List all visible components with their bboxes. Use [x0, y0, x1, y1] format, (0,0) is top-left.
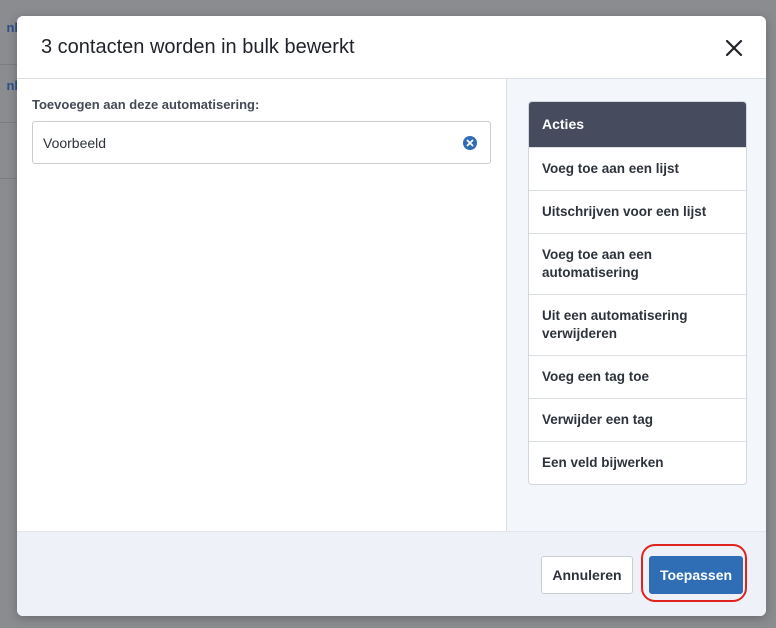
background-link-fragment: nl	[6, 20, 18, 35]
actions-list: Acties Voeg toe aan een lijst Uitschrijv…	[528, 101, 747, 485]
modal-footer: Annuleren Toepassen	[17, 531, 766, 616]
modal-title: 3 contacten worden in bulk bewerkt	[41, 36, 355, 58]
modal-header: 3 contacten worden in bulk bewerkt	[17, 16, 766, 79]
action-update-field[interactable]: Een veld bijwerken	[529, 441, 746, 484]
action-remove-tag[interactable]: Verwijder een tag	[529, 398, 746, 441]
action-add-tag[interactable]: Voeg een tag toe	[529, 355, 746, 398]
action-unsubscribe-from-list[interactable]: Uitschrijven voor een lijst	[529, 190, 746, 233]
action-add-to-automation[interactable]: Voeg toe aan een automatisering	[529, 233, 746, 294]
actions-header: Acties	[529, 102, 746, 147]
automation-select-value: Voorbeeld	[43, 135, 107, 151]
action-remove-from-automation[interactable]: Uit een automatisering verwijderen	[529, 294, 746, 355]
cancel-button[interactable]: Annuleren	[541, 556, 633, 594]
automation-select[interactable]: Voorbeeld	[32, 121, 491, 164]
apply-button[interactable]: Toepassen	[649, 556, 743, 594]
automation-field-label: Toevoegen aan deze automatisering:	[32, 97, 260, 112]
background-link-fragment: nl	[6, 78, 18, 93]
background-divider	[0, 122, 18, 123]
background-divider	[0, 178, 18, 179]
bulk-edit-modal: 3 contacten worden in bulk bewerkt Toevo…	[17, 16, 766, 616]
clear-circle-icon[interactable]	[463, 136, 477, 150]
close-icon[interactable]	[722, 36, 746, 60]
action-add-to-list[interactable]: Voeg toe aan een lijst	[529, 147, 746, 190]
background-divider	[0, 64, 18, 65]
edit-pane: Toevoegen aan deze automatisering: Voorb…	[17, 79, 506, 531]
actions-pane: Acties Voeg toe aan een lijst Uitschrijv…	[506, 79, 766, 531]
